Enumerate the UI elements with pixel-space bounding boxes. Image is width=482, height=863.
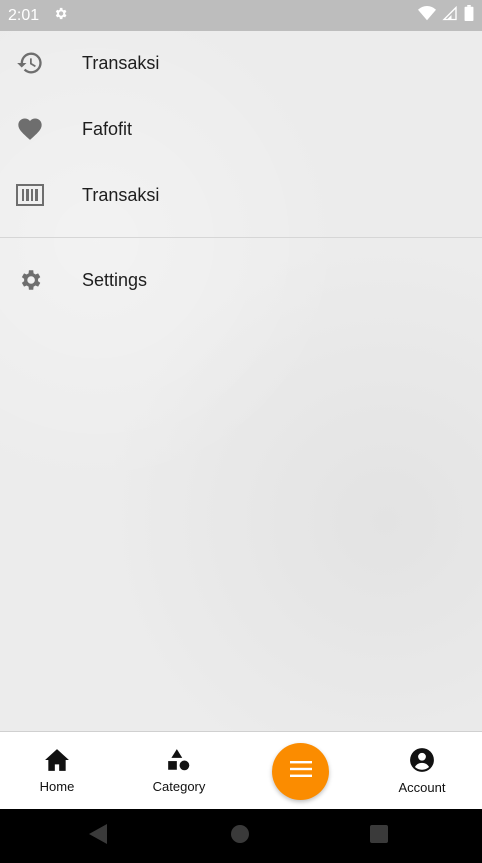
square-recents-icon: [370, 824, 388, 848]
back-button[interactable]: [68, 809, 128, 863]
drawer-item-fafofit[interactable]: Fafofit: [0, 99, 482, 159]
drawer-item-transaksi-history[interactable]: Transaksi: [0, 33, 482, 93]
category-icon: [166, 748, 192, 777]
account-icon: [409, 747, 435, 778]
drawer-item-label: Transaksi: [82, 184, 160, 205]
back-icon: [89, 823, 107, 849]
status-time: 2:01: [8, 6, 40, 24]
nav-account[interactable]: Account: [367, 732, 477, 810]
bottom-navigation: Home Category Account: [0, 731, 482, 809]
navigation-drawer: Transaksi Fafofit Transaksi Settings: [0, 31, 482, 731]
drawer-item-settings[interactable]: Settings: [0, 250, 482, 310]
battery-icon: [464, 5, 474, 26]
nav-label: Account: [398, 780, 446, 795]
nav-home[interactable]: Home: [2, 732, 112, 810]
history-icon: [16, 49, 44, 77]
drawer-item-transaksi-barcode[interactable]: Transaksi: [0, 165, 482, 225]
signal-icon: [442, 5, 458, 26]
recents-button[interactable]: [349, 809, 409, 863]
heart-icon: [16, 115, 44, 143]
settings-icon: [53, 6, 68, 26]
drawer-divider: [0, 237, 482, 238]
nav-label: Category: [152, 779, 206, 794]
drawer-item-label: Fafofit: [82, 118, 133, 139]
gear-icon: [16, 266, 44, 294]
circle-home-icon: [231, 824, 249, 848]
system-navigation-bar: [0, 809, 482, 863]
home-system-button[interactable]: [210, 809, 270, 863]
menu-icon: [289, 761, 312, 782]
drawer-item-label: Settings: [82, 269, 148, 290]
nav-category[interactable]: Category: [124, 732, 234, 810]
home-icon: [44, 748, 70, 777]
barcode-icon: [16, 181, 44, 209]
wifi-icon: [418, 5, 436, 26]
drawer-item-label: Transaksi: [82, 52, 160, 73]
nav-label: Home: [39, 779, 75, 794]
menu-fab-button[interactable]: [272, 743, 329, 800]
status-bar: 2:01: [0, 0, 482, 31]
